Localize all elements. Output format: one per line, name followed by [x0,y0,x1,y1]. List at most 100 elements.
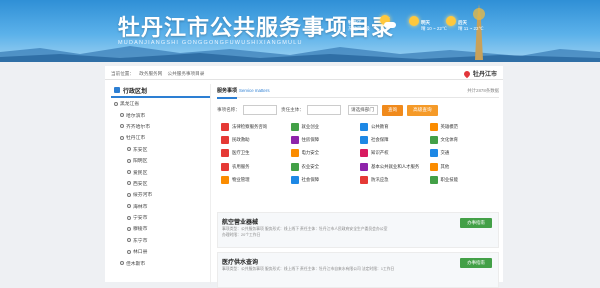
breadcrumb-link-home[interactable]: 政务服务网 [139,71,162,76]
content-container: 当前位置： 政务服务网 公共服务事项目录 牡丹江市 行政区划 黑龙江省 哈尔滨市齐… [105,66,503,288]
city-selector[interactable]: 牡丹江市 [462,69,497,78]
region-tree-item[interactable]: 穆棱市 [111,223,210,234]
region-tree-item[interactable]: 哈尔滨市 [111,109,210,120]
sidebar-title: 行政区划 [123,88,148,95]
region-tree-item[interactable]: 黑龙江省 [111,98,210,109]
category-link[interactable]: 电力安全 [290,149,361,158]
category-link[interactable]: 知识产权 [360,149,430,158]
service-guide-button[interactable]: 办事指南 [460,218,492,228]
category-link[interactable]: 农业安全 [290,162,361,171]
weather-desc: 晴 11 ~ 22℃ [458,26,484,31]
subject-input[interactable] [306,105,341,115]
service-item-meta-line: 事项类型：公共服务事项 服务形式：线上线下 责任主体：牡丹江市自来水有限公司 法… [222,267,395,271]
region-tree-item[interactable]: 齐齐哈尔市 [111,121,210,132]
tree-node-icon [120,124,124,129]
tree-node-icon [120,135,124,140]
category-link[interactable]: 就业创业 [290,122,361,131]
region-tree-item[interactable]: 宁安市 [111,212,210,223]
search-bar: 事项名称： 责任主体： 请选择部门 查询 高级查询 [217,102,499,118]
category-label: 住房保障 [301,136,320,142]
region-tree-item[interactable]: 海林市 [111,201,210,212]
category-icon [290,176,299,185]
query-button[interactable]: 查询 [381,104,404,116]
region-tree-item[interactable]: 东宁市 [111,235,210,246]
service-item-meta: 事项类型：公共服务事项 服务形式：线上线下 责任主体：牡丹江市人民政府安全生产委… [222,227,447,238]
category-label: 民政救助 [232,136,250,142]
category-icon [221,162,229,171]
category-icon [429,162,438,171]
tree-node-icon [120,261,124,266]
category-link[interactable]: 住房保障 [290,135,361,144]
sun-icon [409,16,419,26]
category-icon [221,176,229,185]
region-tree-label: 爱民区 [133,170,148,176]
category-link[interactable]: 其他 [429,162,500,171]
service-item-title[interactable]: 医疗供水查询 [222,257,258,266]
category-label: 社会保障 [301,177,320,183]
category-link[interactable]: 物业管理 [221,176,291,185]
region-tree-item[interactable]: 西安区 [111,178,210,189]
category-icon [360,162,368,171]
region-tree-item[interactable]: 佳木斯市 [111,257,210,268]
region-tree-item[interactable]: 牡丹江市 [111,132,210,143]
category-link[interactable]: 医疗卫生 [221,149,291,158]
breadcrumb-current[interactable]: 公共服务事项目录 [168,71,205,76]
region-tree-item[interactable]: 绥芬河市 [111,189,210,200]
category-link[interactable]: 民政救助 [221,135,291,144]
region-tree-item[interactable]: 爱民区 [111,166,210,177]
region-tree-label: 穆棱市 [133,227,148,233]
service-item[interactable]: 医疗供水查询 事项类型：公共服务事项 服务形式：线上线下 责任主体：牡丹江市自来… [217,252,499,288]
service-item[interactable]: 航空营业器械 事项类型：公共服务事项 服务形式：线上线下 责任主体：牡丹江市人民… [217,212,499,248]
category-label: 公共教育 [371,123,389,129]
category-link[interactable]: 交通 [429,149,500,158]
category-link[interactable]: 文化体育 [429,135,500,144]
category-icon [290,162,299,171]
category-link[interactable]: 法律检察服务咨询 [221,122,291,131]
category-link[interactable]: 社会保障 [360,135,430,144]
tree-node-icon [127,147,131,152]
category-label: 农业安全 [301,163,320,169]
name-input[interactable] [242,105,277,115]
region-tree-label: 绥芬河市 [133,193,153,199]
category-label: 文化体育 [440,136,459,142]
region-tree-label: 东安区 [133,147,148,153]
tab-english-label: Service matters [239,88,270,93]
tree-node-icon [127,192,131,197]
category-label: 防汛应急 [371,177,389,183]
category-label: 法律检察服务咨询 [232,123,268,129]
region-tree-label: 阳明区 [133,159,148,165]
category-link[interactable]: 防汛应急 [360,176,430,185]
category-icon [221,135,229,144]
weather-today: 牡丹江 东北风 3级 [348,20,370,32]
advanced-query-button[interactable]: 高级查询 [407,104,438,116]
cloud-icon [384,22,396,28]
department-select[interactable]: 请选择部门 [347,105,378,115]
category-label: 农用服务 [232,163,250,169]
tab-service-matters[interactable]: 服务事项 [217,83,238,99]
region-tree-label: 牡丹江市 [126,136,146,142]
service-item-title[interactable]: 航空营业器械 [222,217,258,226]
region-tree-item[interactable]: 阳明区 [111,155,210,166]
category-label: 知识产权 [371,150,389,156]
category-link[interactable]: 社会保障 [290,176,361,185]
category-label: 医疗卫生 [232,150,250,156]
tree-node-icon [127,181,131,186]
category-label: 英雄模范 [440,123,459,129]
category-label: 电力安全 [301,150,320,156]
category-link[interactable]: 职业技能 [429,176,500,185]
region-tree-item[interactable]: 东安区 [111,144,210,155]
region-tree-label: 齐齐哈尔市 [126,124,150,130]
region-tree-item[interactable]: 林口县 [111,246,210,257]
region-tree-label: 佳木斯市 [126,261,146,267]
category-label: 其他 [440,163,450,169]
category-link[interactable]: 农用服务 [221,162,291,171]
service-guide-button[interactable]: 办事指南 [460,258,492,268]
category-link[interactable]: 公共教育 [360,122,430,131]
category-icon [290,122,299,131]
category-link[interactable]: 基本公共就业和人才服务 [360,162,430,171]
category-link[interactable]: 英雄模范 [429,122,500,131]
breadcrumb: 当前位置： 政务服务网 公共服务事项目录 [105,66,503,80]
service-item-meta-line: 办理时限：20个工作日 [222,232,261,237]
service-item-meta: 事项类型：公共服务事项 服务形式：线上线下 责任主体：牡丹江市自来水有限公司 法… [222,267,447,273]
category-icon [429,135,438,144]
